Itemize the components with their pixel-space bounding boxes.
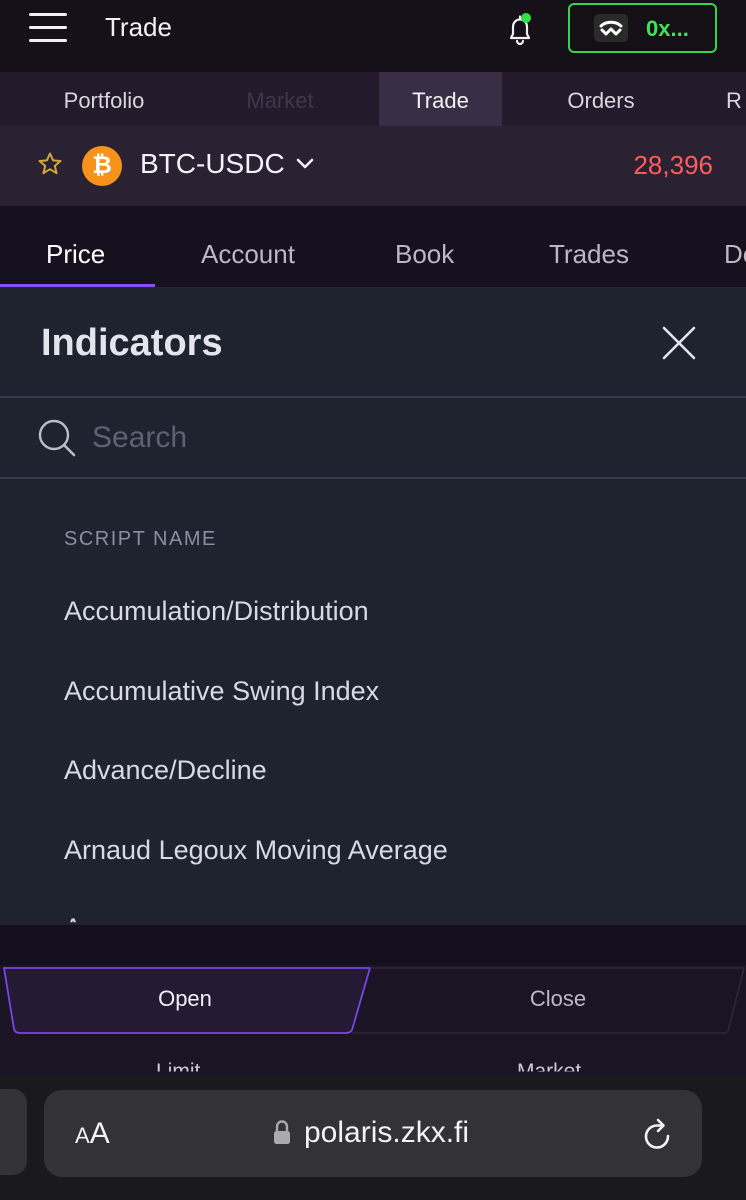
hamburger-menu-icon[interactable]: [29, 13, 67, 43]
list-item[interactable]: Accumulative Swing Index: [64, 676, 379, 707]
section-label: SCRIPT NAME: [64, 528, 217, 550]
lock-icon: [274, 1120, 290, 1144]
notification-dot: [521, 13, 531, 23]
text-size-button[interactable]: AA: [75, 1117, 110, 1151]
tab-book[interactable]: Book: [395, 206, 454, 288]
tab-portfolio[interactable]: Portfolio: [30, 72, 178, 126]
market-pair-selector[interactable]: BTC-USDC: [140, 148, 285, 180]
wallet-address: 0x...: [646, 16, 689, 41]
search-icon: [38, 419, 76, 457]
tab-trade[interactable]: Trade: [379, 72, 502, 126]
tab-orders[interactable]: Orders: [540, 72, 662, 126]
active-tab-underline: [0, 284, 155, 287]
tab-trades[interactable]: Trades: [549, 206, 629, 288]
main-nav: Portfolio Market Trade Orders R: [0, 72, 746, 126]
tab-de-partial[interactable]: De: [724, 206, 746, 288]
previous-tab-preview[interactable]: [0, 1089, 27, 1175]
search-input[interactable]: [92, 414, 692, 462]
open-tab[interactable]: Open: [20, 986, 350, 1012]
list-item[interactable]: Accumulation/Distribution: [64, 596, 369, 627]
tab-price[interactable]: Price: [46, 206, 105, 288]
tab-market[interactable]: Market: [210, 72, 350, 126]
indicators-title: Indicators: [41, 322, 223, 364]
panel-gap: [0, 925, 746, 965]
tab-r-partial[interactable]: R: [726, 72, 746, 126]
wallet-button[interactable]: 0x...: [568, 3, 717, 53]
chevron-down-icon[interactable]: [296, 157, 314, 171]
divider: [0, 396, 746, 398]
wallet-connect-icon: [594, 14, 628, 42]
bitcoin-icon: ₿: [82, 146, 122, 186]
tab-account[interactable]: Account: [201, 206, 295, 288]
close-tab[interactable]: Close: [390, 986, 726, 1012]
list-item[interactable]: Arnaud Legoux Moving Average: [64, 835, 448, 866]
divider: [0, 477, 746, 479]
list-item[interactable]: Advance/Decline: [64, 755, 267, 786]
market-price: 28,396: [633, 150, 713, 180]
url-text: polaris.zkx.fi: [304, 1116, 470, 1149]
favorite-star-icon[interactable]: [37, 151, 63, 177]
reload-icon[interactable]: [640, 1116, 674, 1152]
page-title: Trade: [105, 12, 172, 42]
chart-tabs: Price Account Book Trades De: [0, 206, 746, 288]
close-icon[interactable]: [661, 325, 697, 361]
notification-bell-icon[interactable]: [502, 12, 538, 48]
